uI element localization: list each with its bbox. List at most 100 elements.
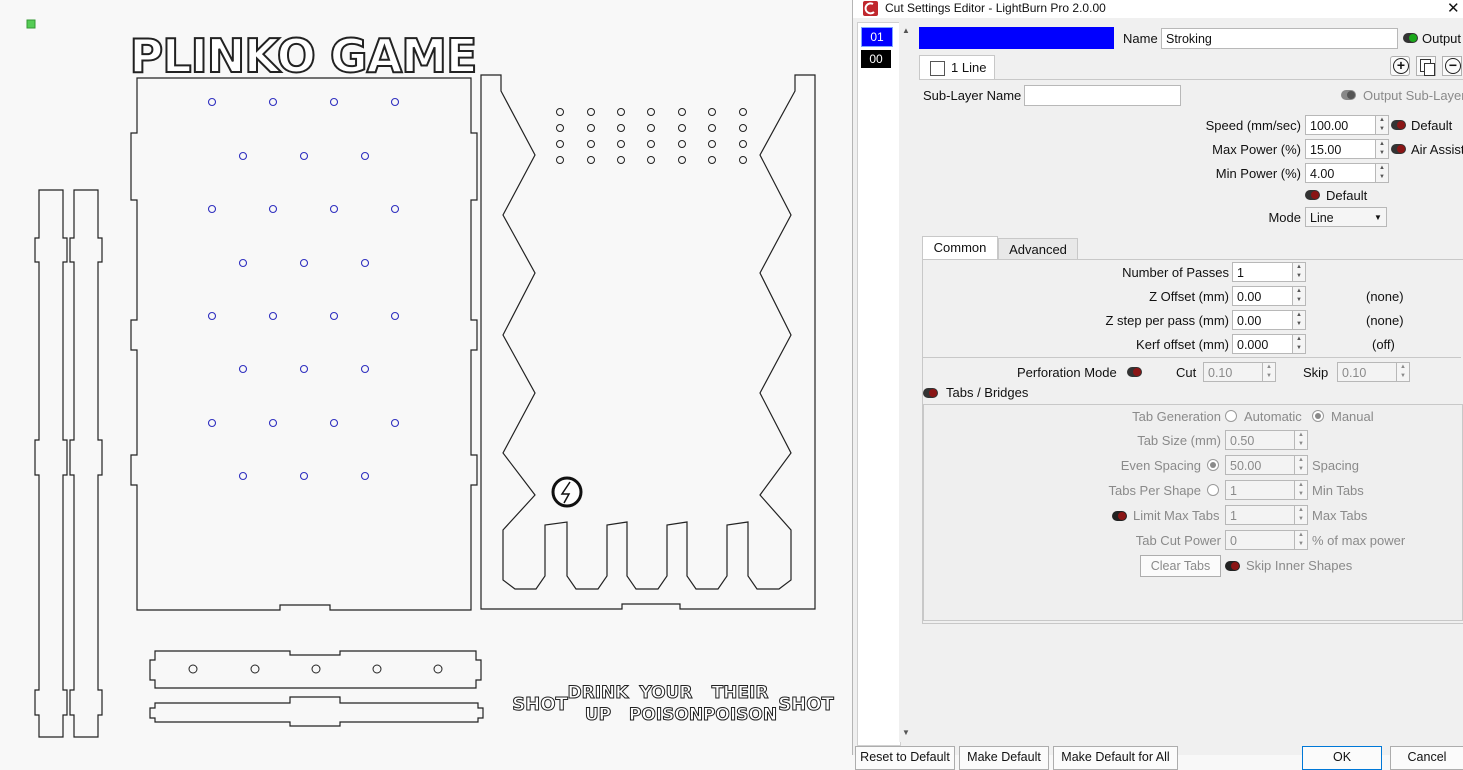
grid-hole xyxy=(708,108,716,116)
grid-hole xyxy=(708,156,716,164)
passes-field[interactable]: 1 xyxy=(1232,262,1293,282)
air-assist-toggle[interactable] xyxy=(1391,144,1406,154)
z-step-field[interactable]: 0.00 xyxy=(1232,310,1293,330)
cut-field[interactable]: 0.10 xyxy=(1203,362,1263,382)
cut-stepper[interactable]: ▲ ▼ xyxy=(1263,362,1276,382)
tab-common[interactable]: Common xyxy=(922,236,998,260)
remove-sublayer-button[interactable]: − xyxy=(1442,56,1462,76)
tabs-per-shape-field[interactable]: 1 xyxy=(1225,480,1295,500)
even-spacing-label: Even Spacing xyxy=(1120,458,1201,473)
layer-item-00[interactable]: 00 xyxy=(861,50,891,68)
logo-circle xyxy=(551,476,583,508)
even-spacing-field[interactable]: 50.00 xyxy=(1225,455,1295,475)
speed-stepper[interactable]: ▲ ▼ xyxy=(1376,115,1389,135)
speed-default-toggle[interactable] xyxy=(1391,120,1406,130)
scroll-up-icon[interactable]: ▲ xyxy=(902,26,910,35)
window-title: Cut Settings Editor - LightBurn Pro 2.0.… xyxy=(885,1,1106,15)
layer-item-01[interactable]: 01 xyxy=(861,27,893,47)
add-sublayer-button[interactable]: + xyxy=(1390,56,1410,76)
passes-stepper[interactable]: ▲ ▼ xyxy=(1293,262,1306,282)
drink-label-your: YOUR xyxy=(638,683,692,703)
grid-hole xyxy=(587,108,595,116)
cut-settings-editor-dialog: Cut Settings Editor - LightBurn Pro 2.0.… xyxy=(852,0,1463,770)
reset-to-default-button[interactable]: Reset to Default xyxy=(855,746,955,770)
tabs-bridges-toggle[interactable] xyxy=(923,388,938,398)
tab-generation-label: Tab Generation xyxy=(1132,409,1221,424)
make-default-button[interactable]: Make Default xyxy=(959,746,1049,770)
automatic-radio[interactable] xyxy=(1225,410,1237,422)
percent-max-power-label: % of max power xyxy=(1312,533,1406,548)
side-rail-left xyxy=(34,189,68,738)
skip-stepper[interactable]: ▲ ▼ xyxy=(1397,362,1410,382)
layer-list[interactable]: 01 00 xyxy=(857,22,901,746)
z-offset-field[interactable]: 0.00 xyxy=(1232,286,1293,306)
grid-hole xyxy=(647,108,655,116)
design-canvas[interactable]: PLINKO GAME SHOT DRINK UP YOUR POISON TH… xyxy=(0,0,852,755)
limit-max-tabs-toggle[interactable] xyxy=(1112,511,1127,521)
min-power-field[interactable]: 4.00 xyxy=(1305,163,1376,183)
plinko-board-right xyxy=(480,74,816,610)
sublayer-checkbox[interactable] xyxy=(930,61,945,76)
grid-hole xyxy=(678,140,686,148)
sublayer-name-label: Sub-Layer Name xyxy=(923,88,1022,103)
manual-radio[interactable] xyxy=(1312,410,1324,422)
min-power-stepper[interactable]: ▲ ▼ xyxy=(1376,163,1389,183)
peg-hole xyxy=(390,311,400,321)
grid-hole xyxy=(617,124,625,132)
limit-max-tabs-stepper[interactable]: ▲ ▼ xyxy=(1295,505,1308,525)
name-field[interactable]: Stroking xyxy=(1161,28,1398,49)
perforation-toggle[interactable] xyxy=(1127,367,1142,377)
make-default-for-all-button[interactable]: Make Default for All xyxy=(1053,746,1178,770)
speed-field[interactable]: 100.00 xyxy=(1305,115,1376,135)
copy-sublayer-button[interactable] xyxy=(1416,56,1436,76)
strip-hole xyxy=(250,664,260,674)
scroll-down-icon[interactable]: ▼ xyxy=(902,728,910,737)
min-power-default-toggle[interactable] xyxy=(1305,190,1320,200)
z-step-stepper[interactable]: ▲ ▼ xyxy=(1293,310,1306,330)
cancel-button[interactable]: Cancel xyxy=(1390,746,1463,770)
tab-advanced[interactable]: Advanced xyxy=(998,238,1078,260)
z-offset-stepper[interactable]: ▲ ▼ xyxy=(1293,286,1306,306)
grid-hole xyxy=(647,156,655,164)
output-toggle[interactable] xyxy=(1403,33,1418,43)
grid-hole xyxy=(617,108,625,116)
kerf-field[interactable]: 0.000 xyxy=(1232,334,1293,354)
skip-inner-shapes-toggle[interactable] xyxy=(1225,561,1240,571)
tab-size-stepper[interactable]: ▲ ▼ xyxy=(1295,430,1308,450)
strip-hole xyxy=(372,664,382,674)
mode-select[interactable]: Line ▼ xyxy=(1305,207,1387,227)
tabs-per-shape-stepper[interactable]: ▲ ▼ xyxy=(1295,480,1308,500)
max-power-field[interactable]: 15.00 xyxy=(1305,139,1376,159)
peg-hole xyxy=(268,204,278,214)
tab-cut-power-stepper[interactable]: ▲ ▼ xyxy=(1295,530,1308,550)
clear-tabs-button[interactable]: Clear Tabs xyxy=(1140,555,1221,577)
close-icon[interactable]: ✕ xyxy=(1447,0,1460,17)
limit-max-tabs-field[interactable]: 1 xyxy=(1225,505,1295,525)
peg-holes-group xyxy=(207,97,400,481)
strip-hole xyxy=(311,664,321,674)
strip-hole xyxy=(433,664,443,674)
output-sublayer-toggle[interactable] xyxy=(1341,90,1356,100)
tab-cut-power-field[interactable]: 0 xyxy=(1225,530,1295,550)
air-assist-label: Air Assist xyxy=(1411,142,1463,157)
max-power-stepper[interactable]: ▲ ▼ xyxy=(1376,139,1389,159)
tab-size-field[interactable]: 0.50 xyxy=(1225,430,1295,450)
layer-color-swatch[interactable] xyxy=(919,27,1114,49)
layer-list-scrollbar[interactable]: ▲ ▼ xyxy=(899,22,913,742)
z-step-note: (none) xyxy=(1366,313,1404,328)
even-spacing-stepper[interactable]: ▲ ▼ xyxy=(1295,455,1308,475)
skip-inner-shapes-label: Skip Inner Shapes xyxy=(1246,558,1353,573)
max-tabs-label: Max Tabs xyxy=(1312,508,1368,523)
tab-sublayer-1-line[interactable]: 1 Line xyxy=(919,55,995,80)
sublayer-name-field[interactable] xyxy=(1024,85,1181,106)
even-spacing-radio[interactable] xyxy=(1207,459,1219,471)
ok-button[interactable]: OK xyxy=(1302,746,1382,770)
side-rail-right xyxy=(69,189,103,738)
peg-hole xyxy=(360,258,370,268)
tabs-per-shape-radio[interactable] xyxy=(1207,484,1219,496)
grid-holes-group xyxy=(556,108,747,164)
kerf-stepper[interactable]: ▲ ▼ xyxy=(1293,334,1306,354)
skip-field[interactable]: 0.10 xyxy=(1337,362,1397,382)
bottom-strip-1 xyxy=(149,650,482,689)
kerf-note: (off) xyxy=(1372,337,1395,352)
